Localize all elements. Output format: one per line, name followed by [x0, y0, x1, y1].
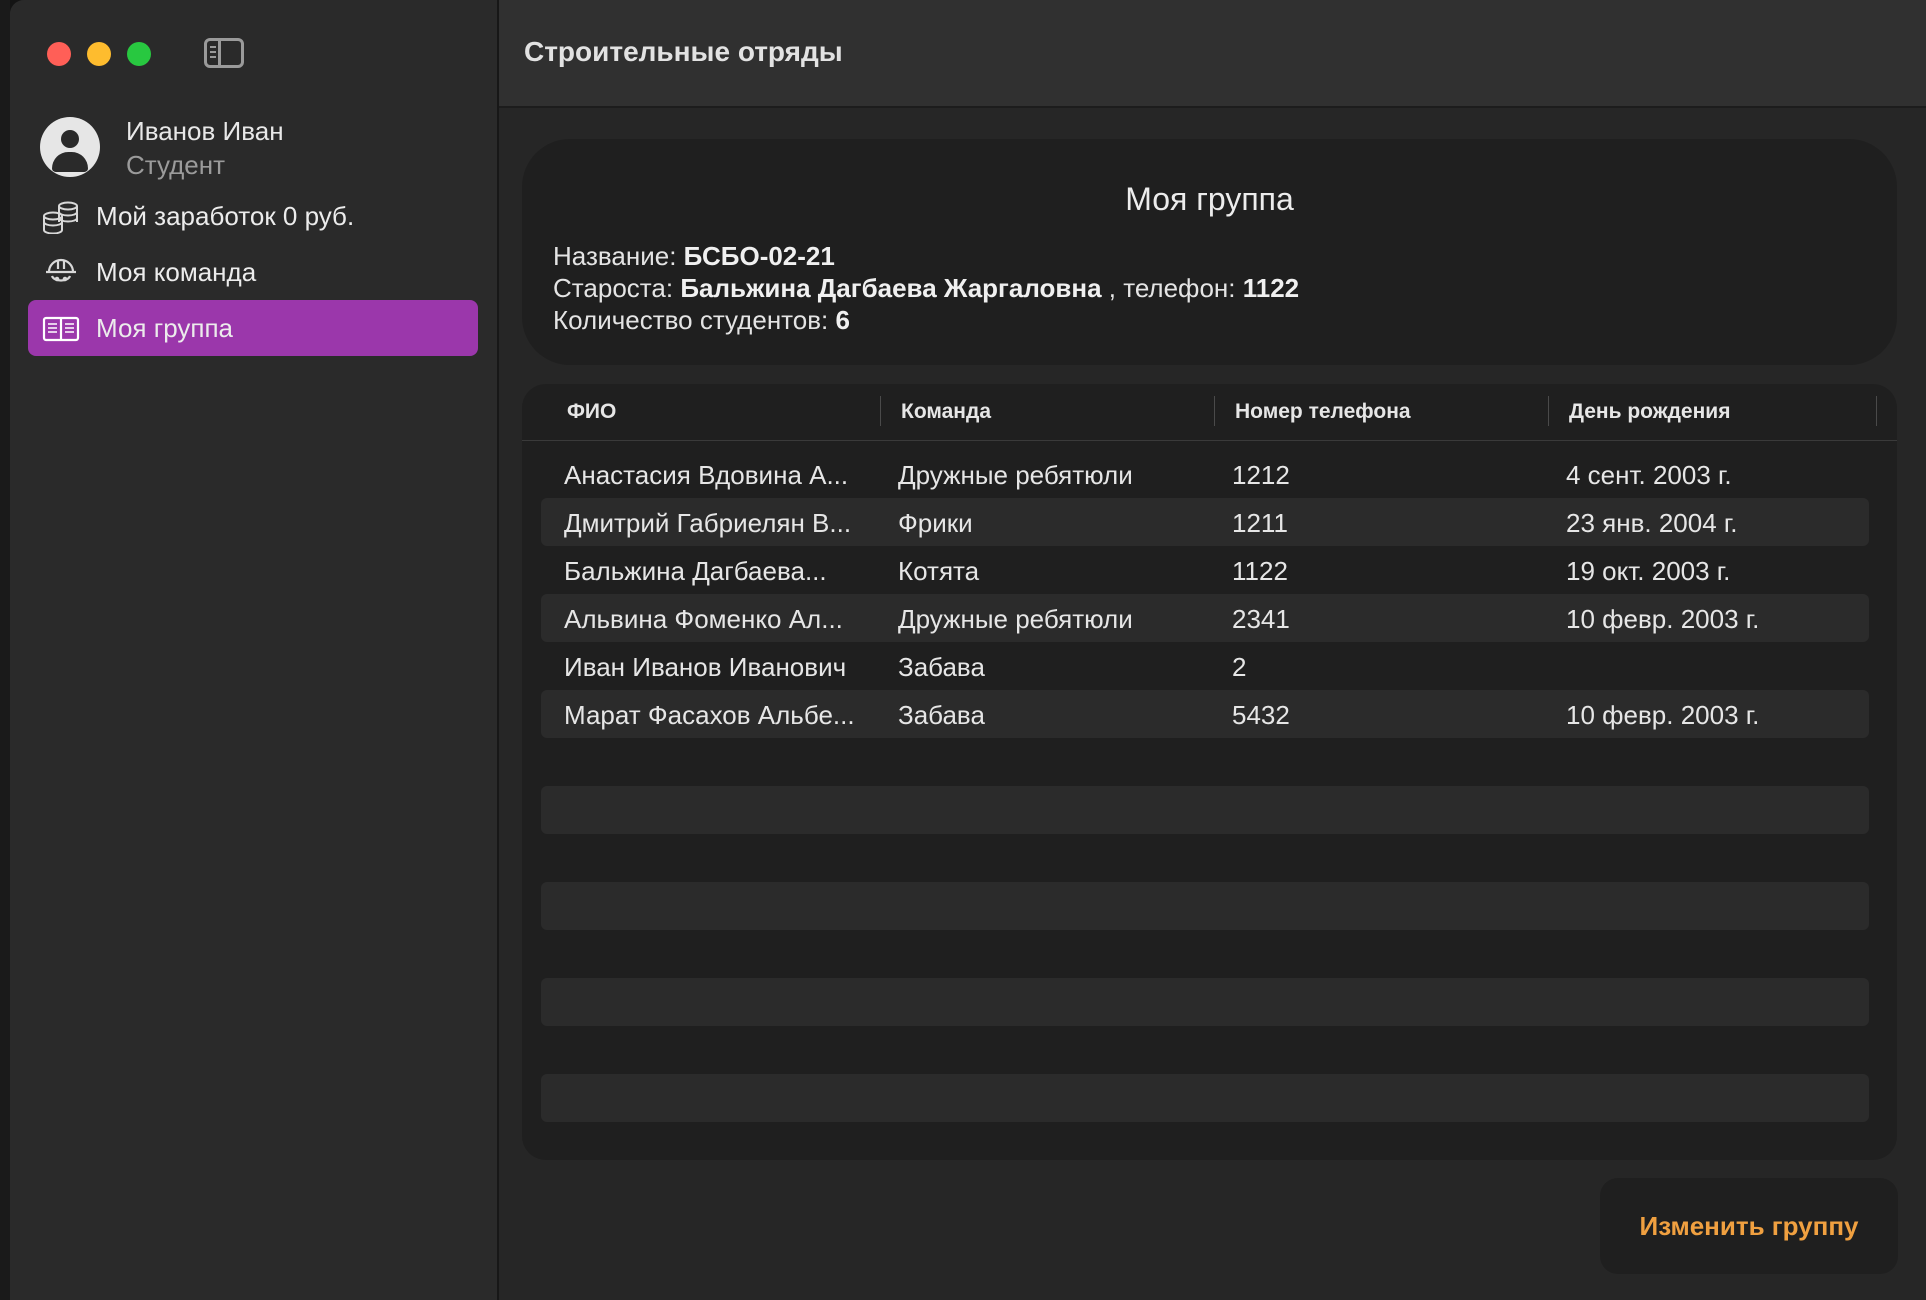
group-card-title: Моя группа [1125, 181, 1294, 217]
zoom-window-button[interactable] [127, 42, 151, 66]
table-row[interactable]: Бальжина Дагбаева... Котята 1122 19 окт.… [541, 546, 1869, 594]
minimize-window-button[interactable] [87, 42, 111, 66]
cell-team: Котята [898, 556, 980, 586]
empty-table-row [541, 786, 1869, 834]
cell-phone: 2 [1232, 652, 1247, 682]
cell-phone: 1122 [1232, 556, 1288, 586]
coins-stack-icon [43, 201, 78, 234]
cell-phone: 1211 [1232, 508, 1288, 538]
profile-role: Студент [126, 150, 226, 180]
open-book-icon [42, 316, 80, 342]
cell-birthday: 10 февр. 2003 г. [1566, 700, 1760, 730]
group-phone-label: , телефон: [1108, 273, 1236, 303]
page-title: Строительные отряды [524, 36, 843, 67]
sidebar-item-label: Моя команда [96, 257, 257, 287]
empty-table-row [541, 978, 1869, 1026]
group-head-label: Староста: [553, 273, 674, 303]
sidebar-item-group[interactable]: Моя группа [28, 300, 478, 356]
cell-team: Фрики [898, 508, 973, 538]
table-row[interactable]: Иван Иванов Иванович Забава 2 [541, 642, 1869, 690]
table-row[interactable]: Дмитрий Габриелян В... Фрики 1211 23 янв… [541, 498, 1869, 546]
group-name-value: БСБО-02-21 [683, 241, 835, 271]
column-separator[interactable] [1214, 396, 1215, 426]
empty-table-row [541, 882, 1869, 930]
group-count-line: Количество студентов: 6 [553, 305, 850, 336]
cell-name: Альвина Фоменко Ал... [564, 604, 843, 634]
close-window-button[interactable] [47, 42, 71, 66]
column-header-team[interactable]: Команда [901, 384, 991, 440]
sidebar-toggle-icon[interactable] [204, 38, 244, 68]
cell-name: Бальжина Дагбаева... [564, 556, 827, 586]
sidebar-item-earnings[interactable]: Мой заработок 0 руб. [28, 188, 478, 244]
cell-birthday: 10 февр. 2003 г. [1566, 604, 1760, 634]
cell-name: Иван Иванов Иванович [564, 652, 847, 682]
cell-team: Дружные ребятюли [898, 604, 1133, 634]
group-name-line: Название: БСБО-02-21 [553, 241, 835, 272]
column-separator[interactable] [1548, 396, 1549, 426]
empty-table-row [541, 1074, 1869, 1122]
column-separator[interactable] [1876, 396, 1877, 426]
user-profile[interactable]: Иванов Иван Студент [40, 114, 480, 184]
group-head-value: Бальжина Дагбаева Жаргаловна [680, 273, 1102, 303]
group-count-value: 6 [835, 305, 850, 335]
cell-phone: 5432 [1232, 700, 1290, 730]
background-window-edge [0, 0, 10, 1300]
column-separator[interactable] [880, 396, 881, 426]
cell-name: Дмитрий Габриелян В... [564, 508, 852, 538]
sidebar: Иванов Иван Студент Мой заработок 0 руб. [10, 0, 499, 1300]
group-count-label: Количество студентов: [553, 305, 829, 335]
column-header-phone[interactable]: Номер телефона [1235, 384, 1411, 440]
cell-name: Марат Фасахов Альбе... [564, 700, 855, 730]
table-header-divider [522, 440, 1897, 441]
title-bar: Строительные отряды [499, 0, 1926, 108]
table-row[interactable]: Альвина Фоменко Ал... Дружные ребятюли 2… [541, 594, 1869, 642]
cell-phone: 1212 [1232, 460, 1290, 490]
cell-birthday: 4 сент. 2003 г. [1566, 460, 1732, 490]
column-header-birthday[interactable]: День рождения [1569, 384, 1730, 440]
table-row[interactable]: Марат Фасахов Альбе... Забава 5432 10 фе… [541, 690, 1869, 738]
team-helmet-icon [46, 258, 76, 282]
cell-team: Забава [898, 700, 985, 730]
sidebar-item-label: Моя группа [96, 313, 233, 343]
group-head-line: Староста: Бальжина Дагбаева Жаргаловна ,… [553, 273, 1299, 304]
group-name-label: Название: [553, 241, 677, 271]
cell-birthday: 23 янв. 2004 г. [1566, 508, 1738, 538]
sidebar-item-team[interactable]: Моя команда [28, 244, 478, 300]
group-info-card: Моя группа Название: БСБО-02-21 Староста… [522, 139, 1897, 365]
column-header-name[interactable]: ФИО [567, 384, 616, 440]
avatar-icon [40, 117, 100, 177]
cell-phone: 2341 [1232, 604, 1290, 634]
cell-birthday: 19 окт. 2003 г. [1566, 556, 1731, 586]
cell-team: Дружные ребятюли [898, 460, 1133, 490]
students-table: ФИО Команда Номер телефона День рождения… [522, 384, 1897, 1160]
cell-team: Забава [898, 652, 985, 682]
group-phone-value: 1122 [1242, 273, 1300, 303]
edit-group-button[interactable]: Изменить группу [1600, 1178, 1898, 1274]
table-row[interactable]: Анастасия Вдовина А... Дружные ребятюли … [541, 450, 1869, 498]
cell-name: Анастасия Вдовина А... [564, 460, 849, 490]
sidebar-item-label: Мой заработок 0 руб. [96, 201, 355, 231]
profile-name: Иванов Иван [126, 116, 284, 146]
